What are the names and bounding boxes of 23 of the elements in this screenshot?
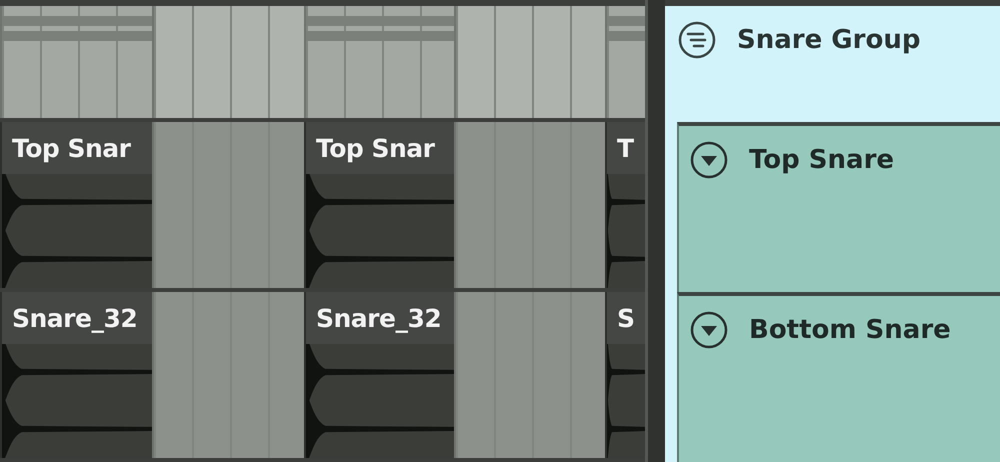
track-name: Bottom Snare xyxy=(749,315,951,345)
group-clip[interactable] xyxy=(605,6,645,118)
track-name: Top Snare xyxy=(749,145,894,175)
clip-name: Snare_32 xyxy=(2,292,152,344)
group-icon[interactable] xyxy=(677,20,717,60)
clip-name: T xyxy=(607,122,645,174)
clip-name: Top Snar xyxy=(2,122,152,174)
group-clip[interactable] xyxy=(304,6,454,118)
fold-icon[interactable] xyxy=(689,140,729,180)
clip-name: S xyxy=(607,292,645,344)
audio-clip[interactable]: Snare_32 xyxy=(0,292,152,458)
fold-icon[interactable] xyxy=(689,310,729,350)
audio-clip[interactable]: S xyxy=(605,292,645,458)
clip-name: Top Snar xyxy=(306,122,454,174)
track-header[interactable]: Bottom Snare xyxy=(677,292,1000,462)
audio-clip[interactable]: Top Snar xyxy=(304,122,454,288)
clip-name: Snare_32 xyxy=(306,292,454,344)
audio-clip[interactable]: Snare_32 xyxy=(304,292,454,458)
group-clip[interactable] xyxy=(0,6,152,118)
track-header[interactable]: Top Snare xyxy=(677,122,1000,292)
audio-clip[interactable]: T xyxy=(605,122,645,288)
group-track-name: Snare Group xyxy=(737,25,920,55)
audio-clip[interactable]: Top Snar xyxy=(0,122,152,288)
